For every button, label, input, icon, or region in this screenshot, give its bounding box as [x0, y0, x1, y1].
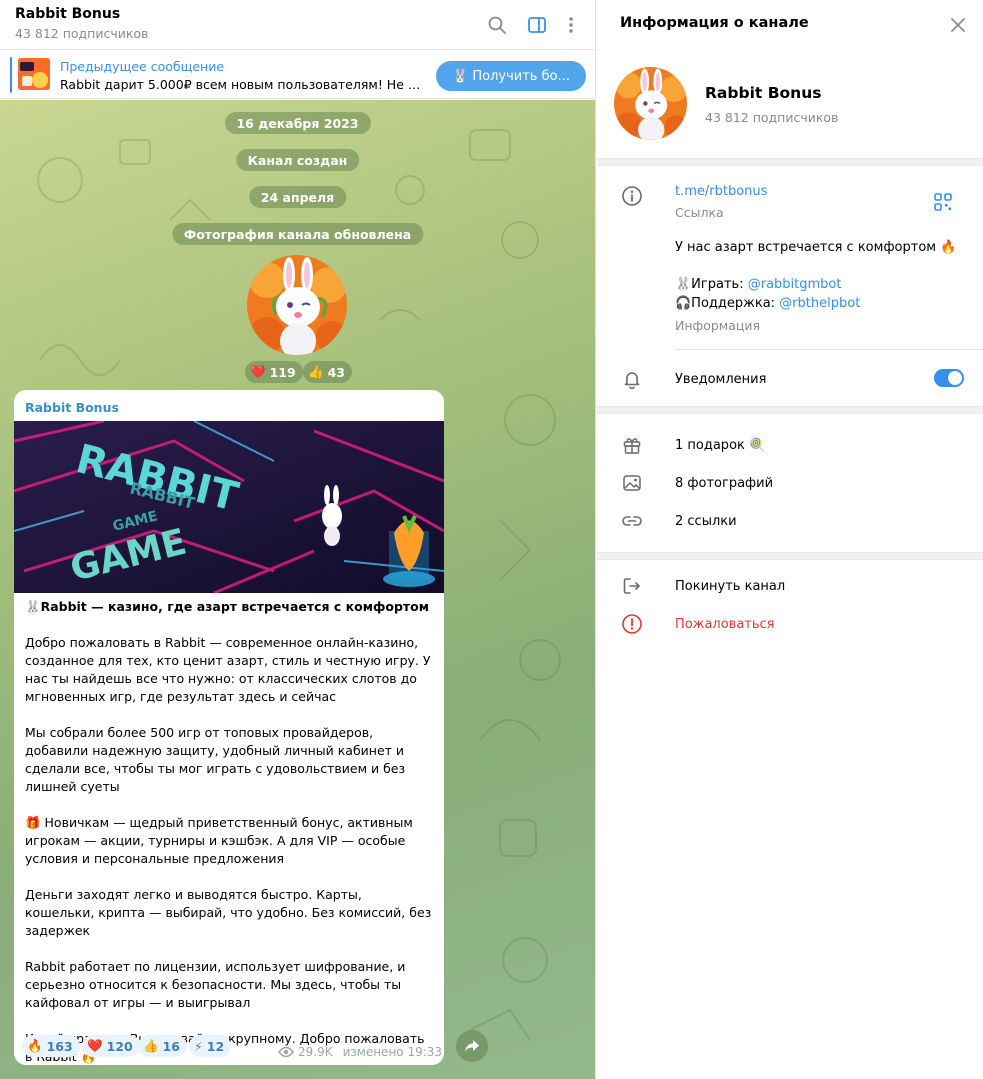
channel-info-panel: Информация о канале Rabbit Bonus 43 812 … [597, 0, 983, 1079]
section-divider [597, 552, 983, 560]
post-paragraph: Деньги заходят легко и выводятся быстро.… [25, 887, 432, 938]
post-spacer [25, 796, 435, 814]
post-spacer [25, 616, 435, 634]
reaction-count: 43 [327, 364, 345, 380]
get-bonus-button[interactable]: 🐰 Получить бо... [436, 61, 586, 91]
search-icon[interactable] [485, 13, 509, 37]
post-headline: 🐰Rabbit — казино, где азарт встречается … [25, 599, 429, 614]
channel-post[interactable]: Rabbit Bonus RABBIT RABBIT GAME GAME 🐰Ra… [14, 390, 444, 1065]
post-views: 29.9K [298, 1045, 333, 1059]
reaction-count: 16 [162, 1038, 180, 1054]
support-bot-link[interactable]: @rbthelpbot [779, 296, 860, 311]
post-spacer [25, 868, 435, 886]
channel-link[interactable]: t.me/rbtbonus [675, 184, 767, 199]
reaction-thumbs-up[interactable]: 👍 16 [138, 1035, 187, 1057]
photo-icon [620, 471, 644, 495]
notifications-toggle[interactable] [934, 369, 964, 387]
share-button[interactable] [456, 1030, 488, 1062]
pinned-thumbnail [18, 58, 50, 90]
bell-icon [620, 367, 644, 391]
service-message-channel-created: Канал создан [235, 149, 360, 171]
more-menu-icon[interactable] [559, 13, 583, 37]
post-spacer [25, 706, 435, 724]
reaction-count: 120 [106, 1038, 133, 1054]
channel-link-caption: Ссылка [675, 205, 724, 220]
reaction-emoji: 🔥 [27, 1038, 43, 1053]
post-banner-image[interactable]: RABBIT RABBIT GAME GAME [14, 421, 444, 593]
post-meta: 29.9K изменено 19:33 [278, 1045, 442, 1059]
post-paragraph: Добро пожаловать в Rabbit — современное … [25, 635, 431, 704]
divider [675, 349, 983, 350]
channel-avatar[interactable] [614, 67, 687, 140]
date-separator: 16 декабря 2023 [224, 112, 371, 134]
reaction-emoji: 👍 [143, 1038, 159, 1053]
service-message-photo-updated: Фотография канала обновлена [171, 223, 424, 245]
link-icon [620, 509, 644, 533]
description-support-line: 🎧Поддержка: @rbthelpbot [675, 296, 860, 311]
reaction-emoji: 👍 [308, 364, 324, 379]
sidebar-toggle-icon[interactable] [525, 13, 549, 37]
views-eye-icon [278, 1046, 294, 1058]
channel-photo[interactable] [247, 255, 347, 355]
channel-name: Rabbit Bonus [705, 84, 822, 102]
reaction-thumbs-up[interactable]: 👍 43 [303, 361, 352, 383]
chat-subscribers: 43 812 подписчиков [15, 26, 149, 41]
post-paragraph: Rabbit работает по лицензии, использует … [25, 959, 406, 1010]
pinned-text: Rabbit дарит 5.000₽ всем новым пользоват… [60, 77, 422, 92]
reaction-count: 163 [46, 1038, 73, 1054]
post-edited-time: изменено 19:33 [342, 1045, 443, 1059]
post-paragraph: 🎁 Новичкам — щедрый приветственный бонус… [25, 815, 413, 866]
notifications-label: Уведомления [675, 372, 767, 387]
reaction-emoji: ❤️ [87, 1038, 103, 1053]
reaction-lightning[interactable]: ⚡ 12 [189, 1035, 232, 1057]
play-bot-link[interactable]: @rabbitgmbot [748, 277, 842, 292]
links-item[interactable]: 2 ссылки [675, 514, 737, 529]
chat-title[interactable]: Rabbit Bonus [15, 6, 120, 22]
post-paragraph: Мы собрали более 500 игр от топовых пров… [25, 725, 406, 794]
leave-icon [620, 574, 644, 598]
forward-arrow-icon [465, 1040, 479, 1052]
reaction-fire[interactable]: 🔥 163 [22, 1035, 80, 1057]
report-button[interactable]: Пожаловаться [675, 617, 775, 632]
reaction-count: 119 [269, 364, 296, 380]
gifts-item[interactable]: 1 подарок 🍭 [675, 438, 765, 453]
post-text: 🐰Rabbit — казино, где азарт встречается … [25, 598, 435, 1065]
info-panel-title: Информация о канале [620, 15, 809, 31]
reaction-heart[interactable]: ❤️ 120 [82, 1035, 140, 1057]
date-separator: 24 апреля [248, 186, 347, 208]
description-play-line: 🐰Играть: @rabbitgmbot [675, 277, 841, 292]
reaction-emoji: ⚡ [194, 1038, 203, 1054]
section-divider [597, 406, 983, 414]
qr-code-icon[interactable] [931, 190, 955, 214]
section-divider [597, 158, 983, 166]
post-spacer [25, 940, 435, 958]
pinned-title: Предыдущее сообщение [60, 59, 225, 74]
info-icon [620, 184, 644, 208]
post-spacer [25, 1012, 435, 1030]
report-icon [620, 612, 644, 636]
description-caption: Информация [675, 318, 761, 333]
leave-channel-button[interactable]: Покинуть канал [675, 579, 785, 594]
reaction-heart[interactable]: ❤️ 119 [245, 361, 303, 383]
pinned-message-bar[interactable]: Предыдущее сообщение Rabbit дарит 5.000₽… [0, 51, 595, 99]
channel-subscribers: 43 812 подписчиков [705, 110, 839, 125]
reaction-count: 12 [206, 1038, 225, 1054]
chat-panel: Rabbit Bonus 43 812 подписчиков Предыдущ… [0, 0, 596, 1079]
photos-item[interactable]: 8 фотографий [675, 476, 773, 491]
play-label: 🐰Играть: [675, 277, 748, 292]
chat-header[interactable]: Rabbit Bonus 43 812 подписчиков [0, 0, 595, 50]
channel-description: У нас азарт встречается с комфортом 🔥 [675, 240, 957, 255]
pinned-indicator [10, 57, 12, 93]
reaction-emoji: ❤️ [250, 364, 266, 379]
close-icon[interactable] [946, 13, 970, 37]
post-author[interactable]: Rabbit Bonus [25, 400, 119, 415]
support-label: 🎧Поддержка: [675, 296, 780, 311]
gift-icon [620, 433, 644, 457]
